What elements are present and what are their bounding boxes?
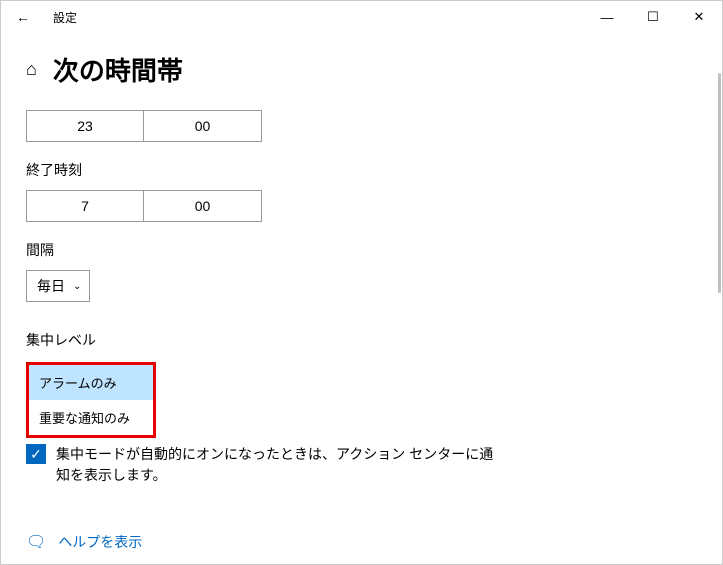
- scrollbar[interactable]: [718, 33, 722, 564]
- content: ⌂ 次の時間帯 23 00 終了時刻 7 00 間隔 毎日 ⌄ 集中レベル アラ…: [1, 33, 722, 552]
- maximize-button[interactable]: ☐: [630, 1, 676, 33]
- end-time-picker[interactable]: 7 00: [26, 190, 697, 222]
- titlebar: ← 設定 ― ☐ ✕: [1, 1, 722, 33]
- end-time-label: 終了時刻: [26, 160, 697, 180]
- focus-level-label: 集中レベル: [26, 330, 697, 350]
- focus-level-dropdown[interactable]: アラームのみ 重要な通知のみ: [26, 362, 156, 438]
- help-link[interactable]: ヘルプを表示: [58, 532, 142, 552]
- end-minute-cell[interactable]: 00: [144, 190, 262, 222]
- home-icon[interactable]: ⌂: [26, 59, 37, 80]
- end-hour-value: 7: [81, 198, 89, 214]
- page-title: 次の時間帯: [53, 51, 183, 88]
- start-time-picker[interactable]: 23 00: [26, 110, 697, 142]
- back-icon: ←: [16, 9, 30, 25]
- minimize-button[interactable]: ―: [584, 1, 630, 33]
- focus-option-priority[interactable]: 重要な通知のみ: [29, 400, 153, 435]
- check-icon: ✓: [30, 446, 42, 463]
- help-icon: 🗨: [26, 532, 46, 552]
- interval-label: 間隔: [26, 240, 697, 260]
- chevron-down-icon: ⌄: [73, 281, 81, 292]
- start-hour-value: 23: [77, 118, 93, 134]
- minimize-icon: ―: [601, 10, 614, 25]
- focus-option-alarms[interactable]: アラームのみ: [29, 365, 153, 400]
- end-minute-value: 00: [195, 198, 211, 214]
- page-header: ⌂ 次の時間帯: [26, 51, 697, 88]
- notify-checkbox-label: 集中モードが自動的にオンになったときは、アクション センターに通知を表示します。: [56, 444, 506, 486]
- close-icon: ✕: [694, 9, 705, 25]
- interval-value: 毎日: [37, 276, 65, 296]
- notify-checkbox-row: ✓ 集中モードが自動的にオンになったときは、アクション センターに通知を表示しま…: [26, 444, 506, 486]
- back-button[interactable]: ←: [1, 1, 45, 33]
- window-title: 設定: [53, 9, 77, 26]
- window-controls: ― ☐ ✕: [584, 1, 722, 33]
- help-row: 🗨 ヘルプを表示: [26, 532, 697, 552]
- maximize-icon: ☐: [647, 9, 659, 25]
- start-minute-value: 00: [195, 118, 211, 134]
- notify-checkbox[interactable]: ✓: [26, 444, 46, 464]
- close-button[interactable]: ✕: [676, 1, 722, 33]
- interval-select[interactable]: 毎日 ⌄: [26, 270, 90, 302]
- start-minute-cell[interactable]: 00: [144, 110, 262, 142]
- start-hour-cell[interactable]: 23: [26, 110, 144, 142]
- scrollbar-thumb[interactable]: [718, 73, 721, 293]
- end-hour-cell[interactable]: 7: [26, 190, 144, 222]
